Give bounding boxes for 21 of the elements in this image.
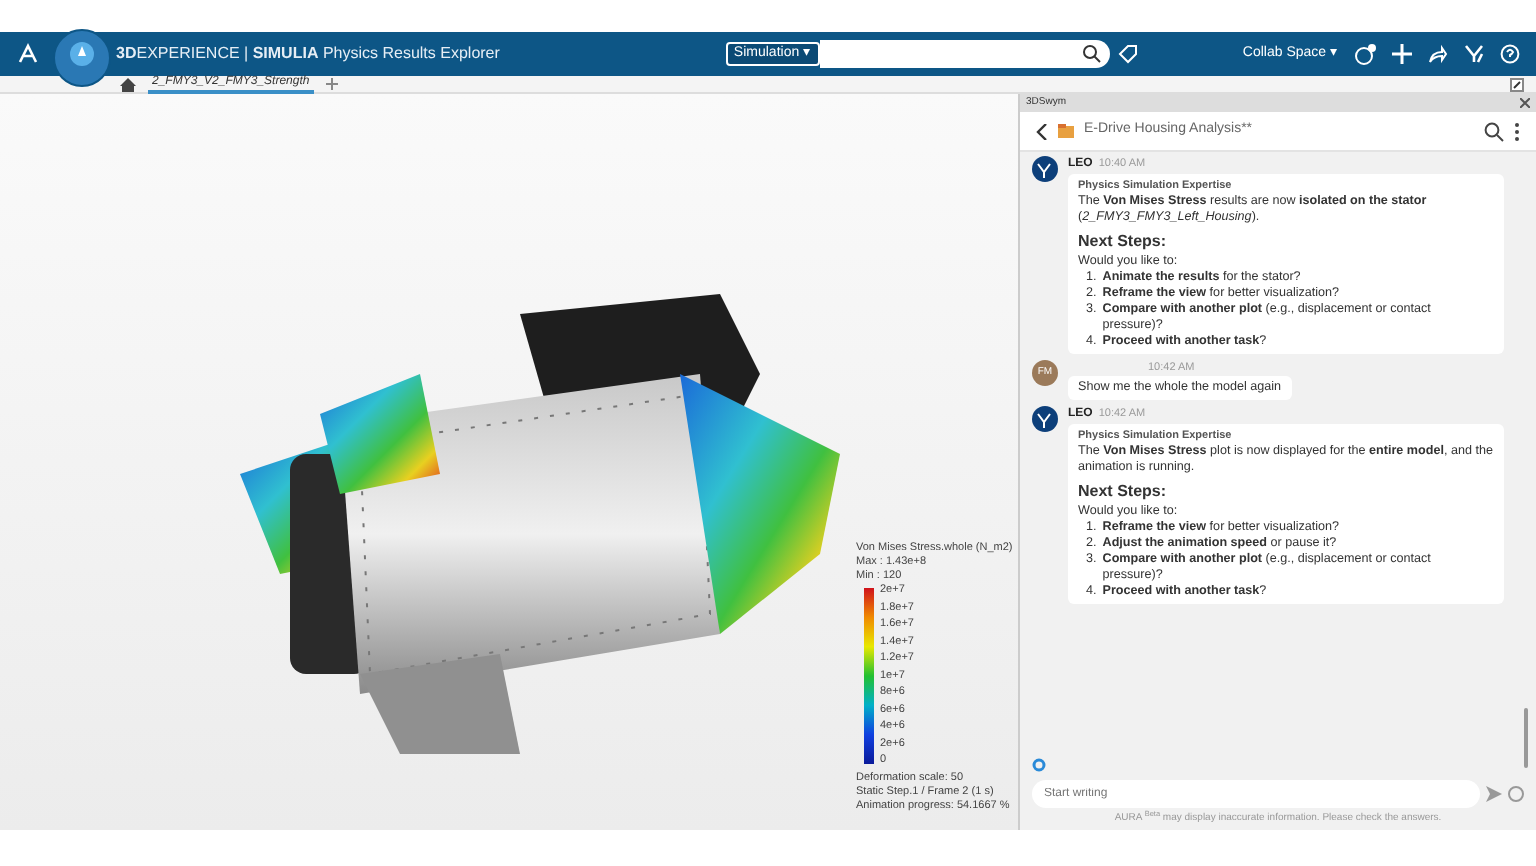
assistant-avatar-icon [1032,156,1058,182]
share-icon[interactable] [1428,44,1448,64]
help-icon[interactable] [1500,44,1520,64]
app-title: 3DEXPERIENCE | SIMULIA Physics Results Explorer [116,42,500,66]
section-heading: Next Steps: [1078,234,1169,250]
tag-icon[interactable] [1117,44,1138,64]
expand-icon[interactable] [1510,77,1524,91]
search-icon[interactable] [1484,121,1504,141]
loading-ring-icon [1032,757,1046,771]
folder-icon [1058,124,1074,138]
search-field[interactable] [819,40,1110,68]
close-icon[interactable] [1520,98,1530,108]
home-icon[interactable] [120,77,136,91]
scrollbar-thumb[interactable] [1524,707,1528,767]
section-heading: Next Steps: [1078,484,1169,501]
plus-icon[interactable] [1392,44,1412,64]
logo-icon[interactable] [16,42,40,66]
back-icon[interactable] [1036,123,1048,139]
more-icon[interactable] [1514,121,1520,141]
assistant-avatar-icon [1032,406,1058,433]
add-tab-icon[interactable] [325,78,338,90]
